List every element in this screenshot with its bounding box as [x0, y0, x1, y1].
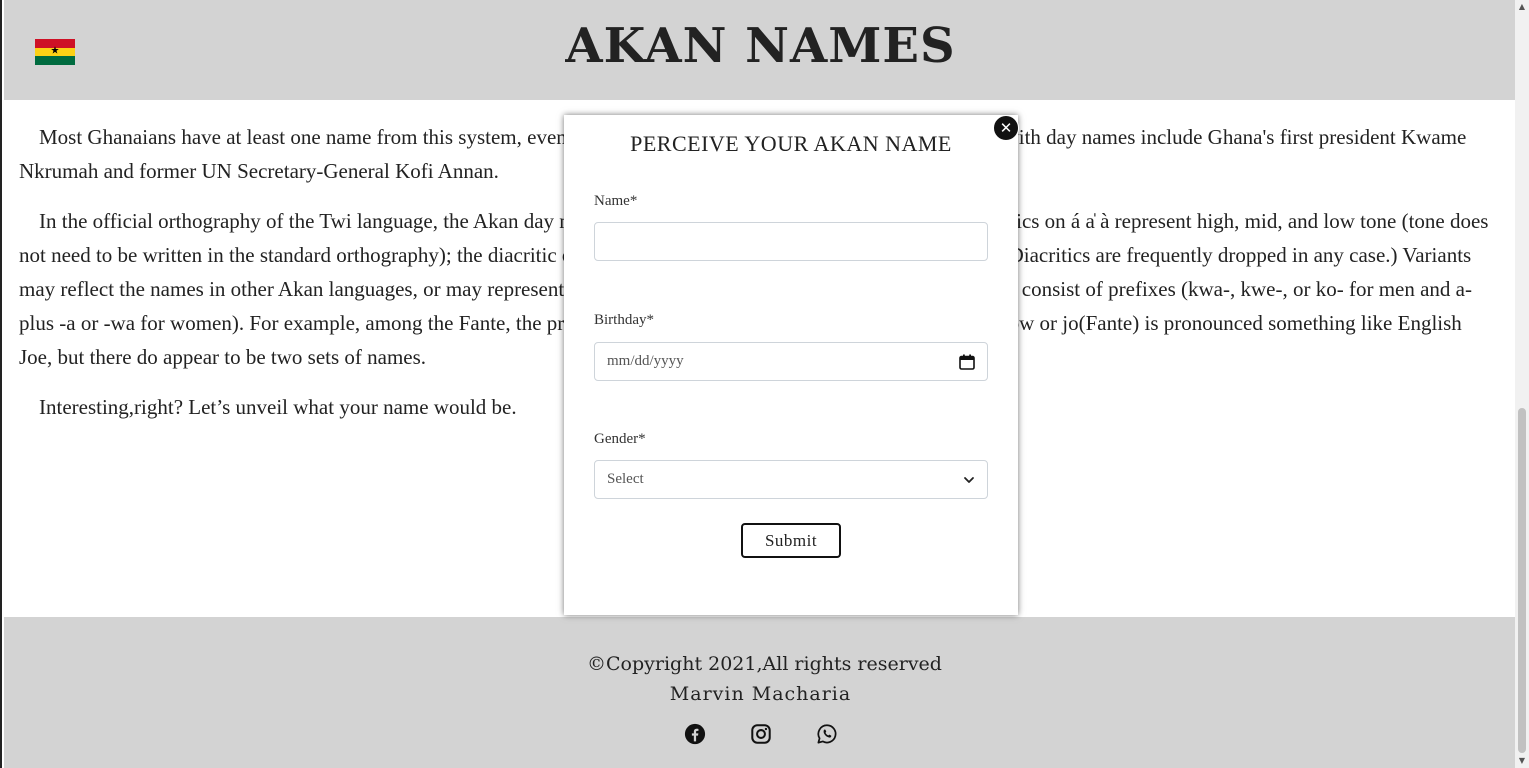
- scroll-up-arrow-icon[interactable]: ▲: [1515, 0, 1529, 14]
- gender-label: Gender*: [594, 431, 646, 447]
- birthday-placeholder: mm/dd/yyyy: [607, 353, 684, 369]
- site-footer: ©Copyright 2021,All rights reserved Marv…: [4, 617, 1517, 768]
- name-label: Name*: [594, 193, 638, 209]
- scrollbar-thumb[interactable]: [1518, 408, 1526, 753]
- site-title: AKAN NAMES: [565, 18, 956, 74]
- modal-title: PERCEIVE YOUR AKAN NAME: [630, 131, 952, 156]
- instagram-icon[interactable]: [750, 723, 772, 745]
- gender-selected-value: Select: [607, 471, 644, 487]
- page: ★ AKAN NAMES Most Ghanaians have at leas…: [0, 0, 1529, 768]
- birthday-label: Birthday*: [594, 312, 654, 328]
- copyright-text: ©Copyright 2021,All rights reserved: [587, 653, 942, 675]
- whatsapp-icon[interactable]: [816, 723, 838, 745]
- submit-button[interactable]: Submit: [741, 523, 841, 558]
- birthday-date-input[interactable]: mm/dd/yyyy: [594, 342, 988, 381]
- gender-select[interactable]: Select: [594, 460, 988, 499]
- site-header: ★ AKAN NAMES: [4, 0, 1517, 100]
- author-name: Marvin Macharia: [669, 683, 852, 705]
- social-links: [684, 723, 838, 745]
- name-input[interactable]: [594, 222, 988, 261]
- scroll-down-arrow-icon[interactable]: ▼: [1515, 754, 1529, 768]
- akan-name-modal: ✕ PERCEIVE YOUR AKAN NAME Name* Birthday…: [564, 115, 1019, 615]
- chevron-down-icon: [964, 476, 974, 483]
- calendar-icon[interactable]: [959, 354, 975, 370]
- vertical-scrollbar[interactable]: ▲ ▼: [1515, 0, 1529, 768]
- facebook-icon[interactable]: [684, 723, 706, 745]
